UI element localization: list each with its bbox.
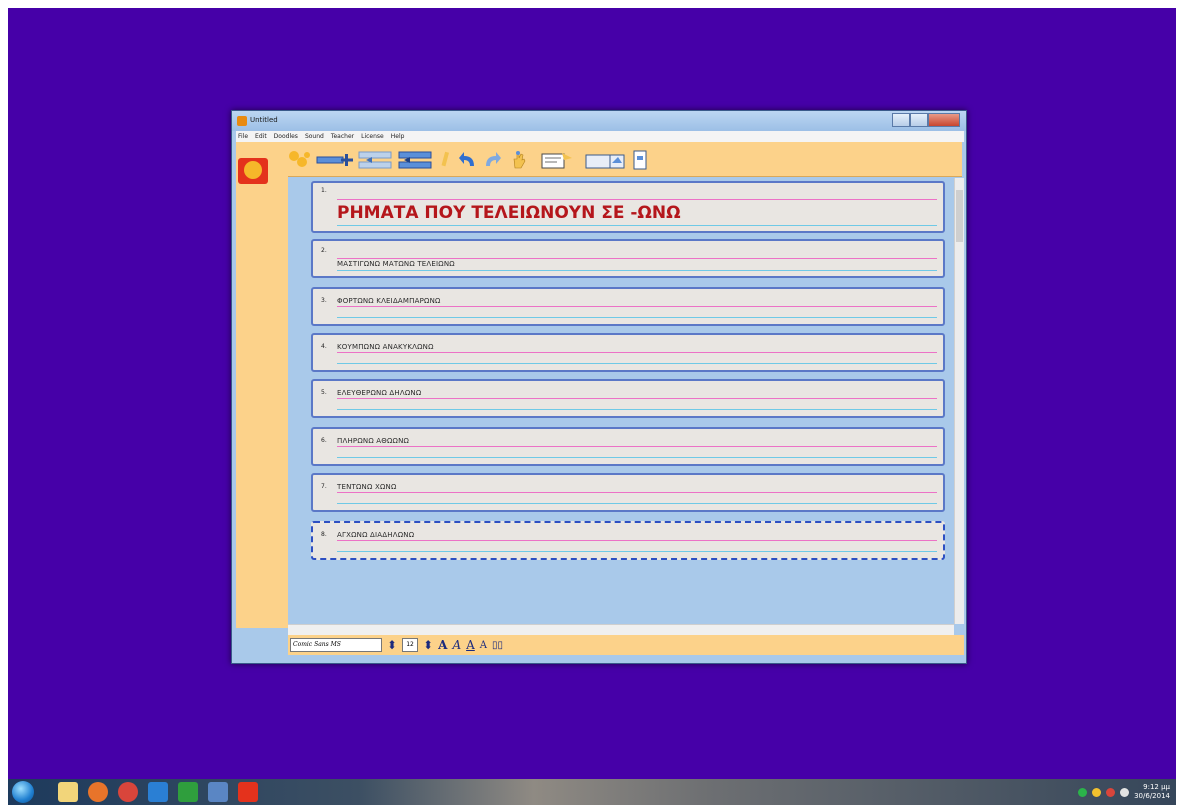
guide-line bbox=[337, 225, 937, 226]
explorer-icon[interactable] bbox=[58, 782, 78, 802]
app-icon bbox=[237, 116, 247, 126]
tray-icon[interactable] bbox=[1078, 787, 1088, 797]
line-text: ΑΓΧΩΝΩ ΔΙΑΔΗΛΩΝΩ bbox=[337, 531, 415, 539]
size-select[interactable]: 12 bbox=[402, 638, 419, 652]
menu-teacher[interactable]: Teacher bbox=[331, 133, 354, 140]
underline-icon[interactable]: A bbox=[466, 638, 475, 652]
undo-icon[interactable] bbox=[458, 150, 478, 170]
guide-line bbox=[337, 306, 937, 307]
layout-icon[interactable]: ▯▯ bbox=[492, 640, 503, 651]
guide-line bbox=[337, 551, 937, 552]
kidspiration-taskbar-icon[interactable] bbox=[238, 782, 258, 802]
clock[interactable]: 9:12 μμ 30/6/2014 bbox=[1134, 783, 1170, 801]
document-icon[interactable] bbox=[632, 150, 648, 170]
guide-line bbox=[337, 258, 937, 259]
line-text: ΦΟΡΤΩΝΩ ΚΛΕΙΔΑΜΠΑΡΩΝΩ bbox=[337, 297, 441, 305]
people-icon[interactable] bbox=[287, 150, 311, 170]
guide-line bbox=[337, 317, 937, 318]
vertical-scrollbar[interactable] bbox=[954, 178, 964, 624]
book-icon[interactable] bbox=[584, 150, 626, 170]
page-line[interactable]: 4. ΚΟΥΜΠΩΝΩ ΑΝΑΚΥΚΛΩΝΩ bbox=[311, 333, 945, 372]
redo-icon[interactable] bbox=[482, 150, 502, 170]
size-spinner-icon[interactable]: ⬍ bbox=[423, 638, 433, 652]
page-line[interactable]: 1. ΡΗΜΑΤΑ ΠΟΥ ΤΕΛΕΙΩΝΟΥΝ ΣΕ -ΩΝΩ bbox=[311, 181, 945, 233]
tray-icon[interactable] bbox=[1092, 787, 1102, 797]
taskbar: 9:12 μμ 30/6/2014 bbox=[8, 779, 1176, 805]
font-spinner-icon[interactable]: ⬍ bbox=[387, 638, 397, 652]
volume-icon[interactable] bbox=[1120, 787, 1130, 797]
left-sidebar bbox=[236, 176, 288, 628]
line-number: 2. bbox=[321, 247, 327, 254]
page-line-selected[interactable]: 8. ΑΓΧΩΝΩ ΔΙΑΔΗΛΩΝΩ bbox=[311, 521, 945, 560]
tray-icon[interactable] bbox=[1106, 787, 1116, 797]
guide-line bbox=[337, 270, 937, 271]
picture-icon[interactable] bbox=[540, 150, 574, 170]
menu-sound[interactable]: Sound bbox=[305, 133, 324, 140]
guide-line bbox=[337, 540, 937, 541]
line-number: 3. bbox=[321, 297, 327, 304]
spotify-icon[interactable] bbox=[178, 782, 198, 802]
menu-license[interactable]: License bbox=[361, 133, 384, 140]
pencil-icon[interactable] bbox=[440, 150, 450, 170]
firefox-icon[interactable] bbox=[88, 782, 108, 802]
menu-file[interactable]: File bbox=[238, 133, 248, 140]
add-line-icon[interactable] bbox=[316, 150, 354, 170]
scrollbar-thumb[interactable] bbox=[956, 190, 963, 242]
hand-icon[interactable] bbox=[510, 150, 528, 170]
ie-icon[interactable] bbox=[148, 782, 168, 802]
app-window: Untitled File Edit Doodles Sound Teacher… bbox=[231, 110, 967, 664]
guide-line bbox=[337, 409, 937, 410]
clock-time: 9:12 μμ bbox=[1143, 783, 1170, 791]
format-bar: Comic Sans MS ⬍ 12 ⬍ A A A A ▯▯ bbox=[288, 635, 964, 655]
close-button[interactable] bbox=[928, 113, 960, 127]
line-number: 8. bbox=[321, 531, 327, 538]
page-heading: ΡΗΜΑΤΑ ΠΟΥ ΤΕΛΕΙΩΝΟΥΝ ΣΕ -ΩΝΩ bbox=[337, 203, 681, 223]
line-text: ΜΑΣΤΙΓΩΝΩ ΜΑΤΩΝΩ ΤΕΛΕΙΩΝΩ bbox=[337, 260, 455, 268]
title-bar[interactable]: Untitled bbox=[232, 111, 966, 131]
guide-line bbox=[337, 199, 937, 200]
line-number: 5. bbox=[321, 389, 327, 396]
line-text: ΤΕΝΤΩΝΩ ΧΩΝΩ bbox=[337, 483, 397, 491]
window-title: Untitled bbox=[250, 116, 278, 124]
guide-line bbox=[337, 363, 937, 364]
insert-line-above-icon[interactable] bbox=[358, 150, 392, 170]
start-button[interactable] bbox=[12, 781, 34, 803]
clock-date: 30/6/2014 bbox=[1134, 792, 1170, 800]
insert-line-below-icon[interactable] bbox=[398, 150, 432, 170]
line-text: ΚΟΥΜΠΩΝΩ ΑΝΑΚΥΚΛΩΝΩ bbox=[337, 343, 434, 351]
toolbar bbox=[236, 142, 962, 177]
guide-line bbox=[337, 398, 937, 399]
line-number: 7. bbox=[321, 483, 327, 490]
page-line[interactable]: 3. ΦΟΡΤΩΝΩ ΚΛΕΙΔΑΜΠΑΡΩΝΩ bbox=[311, 287, 945, 326]
italic-icon[interactable]: A bbox=[452, 638, 461, 652]
page-line[interactable]: 6. ΠΛΗΡΩΝΩ ΑΘΩΩΝΩ bbox=[311, 427, 945, 466]
guide-line bbox=[337, 457, 937, 458]
menu-doodles[interactable]: Doodles bbox=[274, 133, 298, 140]
guide-line bbox=[337, 352, 937, 353]
menu-edit[interactable]: Edit bbox=[255, 133, 267, 140]
maximize-button[interactable] bbox=[910, 113, 928, 127]
line-text: ΕΛΕΥΘΕΡΩΝΩ ΔΗΛΩΝΩ bbox=[337, 389, 422, 397]
system-tray: 9:12 μμ 30/6/2014 bbox=[1078, 779, 1176, 805]
guide-line bbox=[337, 503, 937, 504]
line-number: 1. bbox=[321, 187, 327, 194]
guide-line bbox=[337, 446, 937, 447]
app-taskbar-icon[interactable] bbox=[208, 782, 228, 802]
menu-help[interactable]: Help bbox=[391, 133, 405, 140]
page-line[interactable]: 7. ΤΕΝΤΩΝΩ ΧΩΝΩ bbox=[311, 473, 945, 512]
line-number: 6. bbox=[321, 437, 327, 444]
superscript-icon[interactable]: A bbox=[480, 640, 487, 651]
line-text: ΠΛΗΡΩΝΩ ΑΘΩΩΝΩ bbox=[337, 437, 410, 445]
bold-icon[interactable]: A bbox=[438, 638, 447, 652]
page-line[interactable]: 5. ΕΛΕΥΘΕΡΩΝΩ ΔΗΛΩΝΩ bbox=[311, 379, 945, 418]
font-select[interactable]: Comic Sans MS bbox=[290, 638, 382, 652]
menu-bar: File Edit Doodles Sound Teacher License … bbox=[236, 131, 964, 142]
chrome-icon[interactable] bbox=[118, 782, 138, 802]
page-line[interactable]: 2. ΜΑΣΤΙΓΩΝΩ ΜΑΤΩΝΩ ΤΕΛΕΙΩΝΩ bbox=[311, 239, 945, 278]
guide-line bbox=[337, 492, 937, 493]
line-number: 4. bbox=[321, 343, 327, 350]
mascot-icon[interactable] bbox=[238, 158, 268, 184]
minimize-button[interactable] bbox=[892, 113, 910, 127]
horizontal-scrollbar[interactable] bbox=[288, 624, 954, 635]
